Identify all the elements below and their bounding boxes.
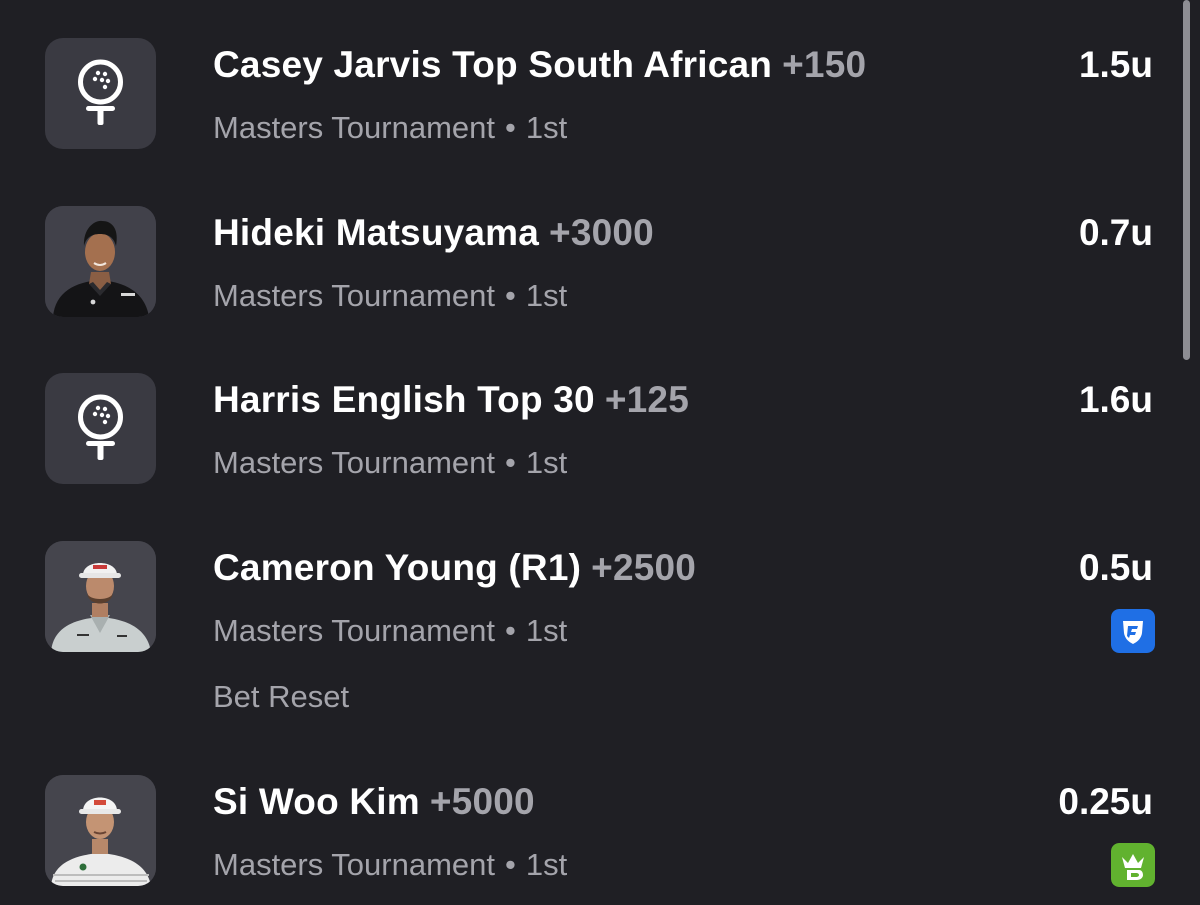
- separator-dot: •: [505, 445, 516, 480]
- scrollbar[interactable]: [1183, 0, 1190, 360]
- bet-selection: Cameron Young (R1): [213, 547, 582, 588]
- bet-list: Casey Jarvis Top South African +150 Maste…: [0, 0, 1200, 905]
- bet-units: 0.25u: [1058, 781, 1153, 822]
- bet-subtitle: Masters Tournament • 1st: [213, 278, 567, 314]
- bet-subtitle: Masters Tournament • 1st: [213, 110, 567, 146]
- bet-subtitle: Masters Tournament • 1st: [213, 445, 567, 481]
- bet-position: 1st: [525, 110, 568, 145]
- bet-note: Bet Reset: [213, 679, 350, 714]
- player-photo: [45, 775, 156, 886]
- bet-position: 1st: [525, 445, 568, 480]
- bet-subtitle: Masters Tournament • 1st: [213, 613, 567, 649]
- separator-dot: •: [505, 847, 516, 882]
- bet-subtitle: Masters Tournament • 1st: [213, 847, 567, 883]
- bet-selection: Si Woo Kim: [213, 781, 420, 822]
- bet-selection: Casey Jarvis Top South African: [213, 44, 773, 85]
- bet-odds: +125: [604, 379, 689, 420]
- bet-title: Cameron Young (R1) +2500: [213, 547, 696, 589]
- separator-dot: •: [505, 110, 516, 145]
- tournament-name: Masters Tournament: [213, 613, 495, 648]
- bet-position: 1st: [525, 847, 568, 882]
- bet-units: 0.5u: [1078, 547, 1153, 588]
- bet-units: 1.6u: [1078, 379, 1153, 420]
- bet-row[interactable]: Si Woo Kim +5000 Masters Tournament • 1st 0…: [0, 775, 1180, 887]
- bet-odds: +3000: [549, 212, 654, 253]
- bet-title: Casey Jarvis Top South African +150: [213, 44, 866, 86]
- bet-row[interactable]: Casey Jarvis Top South African +150 Maste…: [0, 38, 1180, 150]
- draftkings-crown-icon: [1111, 843, 1155, 887]
- bet-odds: +5000: [429, 781, 535, 822]
- golf-ball-tee-icon: [45, 38, 156, 149]
- player-photo: [45, 541, 156, 652]
- bet-title: Si Woo Kim +5000: [213, 781, 535, 823]
- tournament-name: Masters Tournament: [213, 110, 495, 145]
- bet-odds: +2500: [591, 547, 697, 588]
- bet-position: 1st: [525, 613, 568, 648]
- bet-row[interactable]: Hideki Matsuyama +3000 Masters Tournament…: [0, 206, 1180, 318]
- player-photo: [45, 206, 156, 317]
- bet-units: 0.7u: [1078, 212, 1153, 253]
- bet-position: 1st: [525, 278, 568, 313]
- bet-row[interactable]: Harris English Top 30 +125 Masters Tourna…: [0, 373, 1180, 485]
- tournament-name: Masters Tournament: [213, 847, 495, 882]
- tournament-name: Masters Tournament: [213, 445, 495, 480]
- bet-selection: Harris English Top 30: [213, 379, 595, 420]
- bet-selection: Hideki Matsuyama: [213, 212, 540, 253]
- golf-ball-tee-icon: [45, 373, 156, 484]
- bet-title: Hideki Matsuyama +3000: [213, 212, 654, 254]
- bet-odds: +150: [782, 44, 867, 85]
- separator-dot: •: [505, 613, 516, 648]
- bet-row[interactable]: Cameron Young (R1) +2500 Masters Tourname…: [0, 541, 1180, 721]
- separator-dot: •: [505, 278, 516, 313]
- bet-title: Harris English Top 30 +125: [213, 379, 689, 421]
- fanduel-shield-icon: [1111, 609, 1155, 653]
- bet-units: 1.5u: [1078, 44, 1153, 85]
- tournament-name: Masters Tournament: [213, 278, 495, 313]
